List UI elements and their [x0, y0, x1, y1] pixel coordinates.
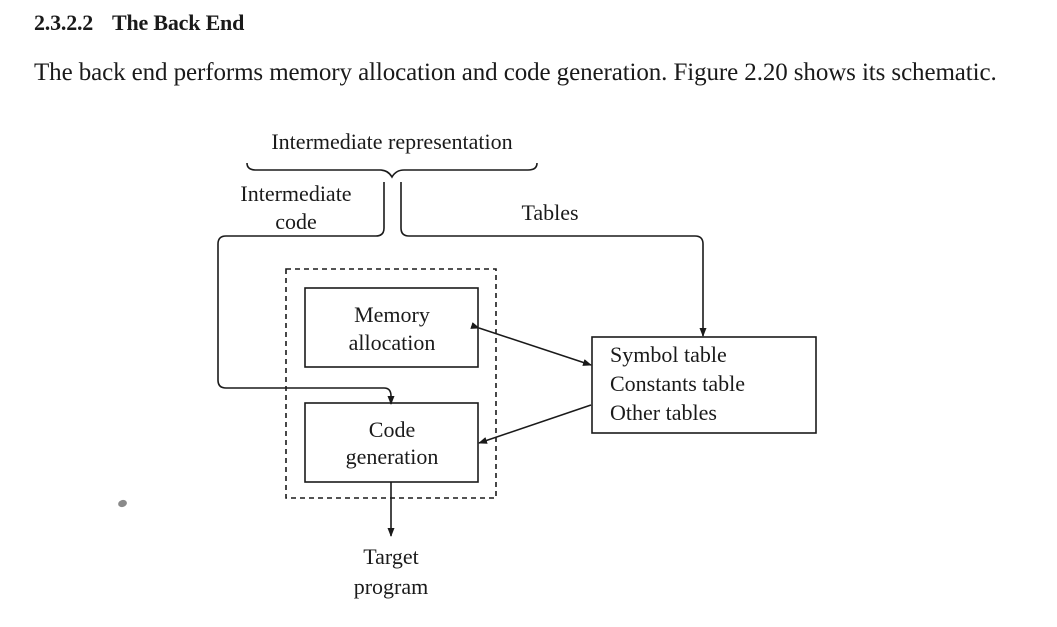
intermediate-code-label-line1: Intermediate — [240, 181, 351, 206]
memory-allocation-line2: allocation — [349, 330, 436, 355]
intermediate-representation-label: Intermediate representation — [271, 129, 512, 154]
back-end-schematic: Intermediate representation Intermediate… — [217, 129, 817, 599]
target-program-line1: Target — [363, 544, 418, 569]
code-generation-box — [304, 402, 479, 483]
code-generation-line2: generation — [346, 444, 439, 469]
tables-label: Tables — [521, 200, 578, 225]
constants-table-label: Constants table — [610, 371, 745, 396]
curly-brace — [246, 162, 538, 179]
memory-allocation-line1: Memory — [354, 302, 430, 327]
other-tables-label: Other tables — [610, 400, 717, 425]
target-program-line2: program — [354, 574, 429, 599]
intermediate-code-label-line2: code — [275, 209, 317, 234]
symbol-table-label: Symbol table — [610, 342, 727, 367]
memory-allocation-box — [304, 287, 479, 368]
code-generation-line1: Code — [369, 417, 415, 442]
